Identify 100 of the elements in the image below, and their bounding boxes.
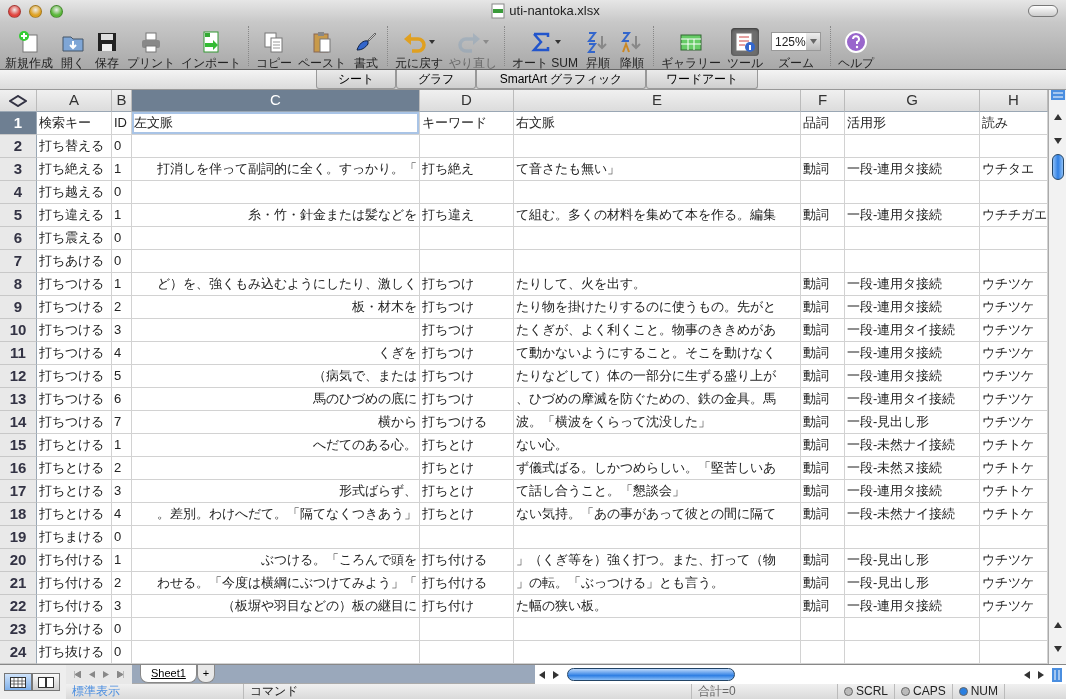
table-cell: 動詞 — [801, 319, 845, 342]
toolbar-button[interactable]: ツール — [724, 21, 766, 70]
table-cell: 0 — [112, 526, 132, 549]
row-header[interactable]: 17 — [0, 480, 37, 503]
ribbon-tab[interactable]: ワードアート — [646, 70, 758, 89]
table-cell: 7 — [112, 411, 132, 434]
row-header[interactable]: 9 — [0, 296, 37, 319]
row-header[interactable]: 18 — [0, 503, 37, 526]
table-cell: て動かないようにすること。そこを動けなく — [514, 342, 801, 365]
column-header[interactable]: F — [801, 90, 845, 112]
toolbar-button[interactable]: 元に戻す — [392, 21, 446, 70]
column-header[interactable]: H — [980, 90, 1048, 112]
row-header[interactable]: 2 — [0, 135, 37, 158]
table-cell: 動詞 — [801, 388, 845, 411]
table-cell: 一段-見出し形 — [845, 411, 980, 434]
row-header[interactable]: 5 — [0, 204, 37, 227]
table-cell: 2 — [112, 296, 132, 319]
row-header[interactable]: 1 — [0, 112, 37, 135]
printer-icon — [139, 29, 163, 54]
table-cell: 一段-連用タ接続 — [845, 365, 980, 388]
table-cell: わせる。「今度は横綱にぶつけてみよう」「 — [132, 572, 420, 595]
row-header[interactable]: 6 — [0, 227, 37, 250]
row-header[interactable]: 7 — [0, 250, 37, 273]
toolbar-button[interactable]: 昇順 — [581, 21, 615, 70]
table-cell: 一段-連用タ接続 — [845, 204, 980, 227]
table-cell — [801, 250, 845, 273]
toolbar-button[interactable]: 開く — [56, 21, 90, 70]
zoom-button[interactable] — [50, 4, 63, 18]
vertical-scroll-thumb[interactable] — [1051, 154, 1064, 180]
normal-view-button[interactable] — [4, 673, 32, 691]
column-header[interactable]: E — [514, 90, 801, 112]
table-cell: ぶつける。「ころんで頭を — [132, 549, 420, 572]
ribbon-tab[interactable]: グラフ — [396, 70, 476, 89]
toolbar-button[interactable]: コピー — [253, 21, 295, 70]
sheet-tab[interactable]: Sheet1 — [140, 665, 197, 683]
row-header[interactable]: 13 — [0, 388, 37, 411]
add-sheet-button[interactable]: + — [196, 665, 215, 683]
toolbar-button[interactable]: 新規作成 — [2, 21, 56, 70]
row-header[interactable]: 19 — [0, 526, 37, 549]
caret-icon — [809, 39, 817, 44]
row-header[interactable]: 14 — [0, 411, 37, 434]
table-cell: 動詞 — [801, 365, 845, 388]
table-cell: 一段-連用タ接続 — [845, 480, 980, 503]
row-header[interactable]: 10 — [0, 319, 37, 342]
table-cell: 打ちとけ — [420, 503, 514, 526]
toolbar-button[interactable]: ペースト — [295, 21, 349, 70]
ribbon-tab[interactable]: SmartArt グラフィック — [476, 70, 646, 89]
table-cell: 打ちとける — [37, 480, 112, 503]
toolbar-button[interactable]: ギャラリー — [658, 21, 724, 70]
column-header[interactable]: C — [132, 90, 420, 112]
table-cell: 動詞 — [801, 296, 845, 319]
column-header[interactable]: G — [845, 90, 980, 112]
window-title: uti-nantoka.xlsx — [509, 2, 600, 21]
zoom-dropdown[interactable]: 125% — [771, 32, 821, 51]
table-cell: くぎを — [132, 342, 420, 365]
table-cell: 動詞 — [801, 273, 845, 296]
row-header[interactable]: 22 — [0, 595, 37, 618]
minimize-button[interactable] — [29, 4, 42, 18]
table-cell: 打ちつけ — [420, 273, 514, 296]
toolbar-button[interactable]: 書式 — [349, 21, 383, 70]
table-cell: 打消しを伴って副詞的に全く。すっかり。「 — [132, 158, 420, 181]
row-header[interactable]: 24 — [0, 641, 37, 664]
table-cell: 打ちつける — [37, 273, 112, 296]
toolbar-button[interactable]: 保存 — [90, 21, 124, 70]
table-cell: ず儀式ばる。しかつめらしい。「堅苦しいあ — [514, 457, 801, 480]
table-cell: ど）を、強くもみ込むようにしたり、激しく — [132, 273, 420, 296]
row-header[interactable]: 8 — [0, 273, 37, 296]
row-header[interactable]: 4 — [0, 181, 37, 204]
toolbar-toggle-button[interactable] — [1028, 5, 1058, 17]
row-header[interactable]: 11 — [0, 342, 37, 365]
toolbar-button[interactable]: オート SUM — [509, 21, 581, 70]
row-header[interactable]: 23 — [0, 618, 37, 641]
table-cell: 1 — [112, 434, 132, 457]
toolbar-button[interactable]: インポート — [178, 21, 244, 70]
table-cell: 3 — [112, 319, 132, 342]
ribbon-tab[interactable]: シート — [316, 70, 396, 89]
column-header[interactable]: D — [420, 90, 514, 112]
column-header[interactable]: B — [112, 90, 132, 112]
row-header[interactable]: 12 — [0, 365, 37, 388]
table-cell: 4 — [112, 503, 132, 526]
table-cell: 打ち絶え — [420, 158, 514, 181]
table-cell: 一段-連用タ接続 — [845, 342, 980, 365]
row-header[interactable]: 21 — [0, 572, 37, 595]
table-cell: 板・材木を — [132, 296, 420, 319]
toolbar-button[interactable]: プリント — [124, 21, 178, 70]
row-header[interactable]: 15 — [0, 434, 37, 457]
scroll-left-arrow-icon — [538, 670, 545, 679]
scroll-up-arrow-icon — [1053, 113, 1062, 120]
row-header[interactable]: 3 — [0, 158, 37, 181]
toolbar-button[interactable]: ヘルプ — [835, 21, 877, 70]
active-cell: 左文脈 — [132, 112, 420, 135]
toolbar-button[interactable]: 降順 — [615, 21, 649, 70]
column-header[interactable]: A — [37, 90, 112, 112]
row-header[interactable]: 20 — [0, 549, 37, 572]
document-icon — [491, 3, 506, 19]
page-layout-view-button[interactable] — [32, 673, 60, 691]
horizontal-scroll-thumb[interactable] — [566, 668, 735, 681]
close-button[interactable] — [8, 4, 21, 18]
row-header[interactable]: 16 — [0, 457, 37, 480]
table-cell — [801, 227, 845, 250]
